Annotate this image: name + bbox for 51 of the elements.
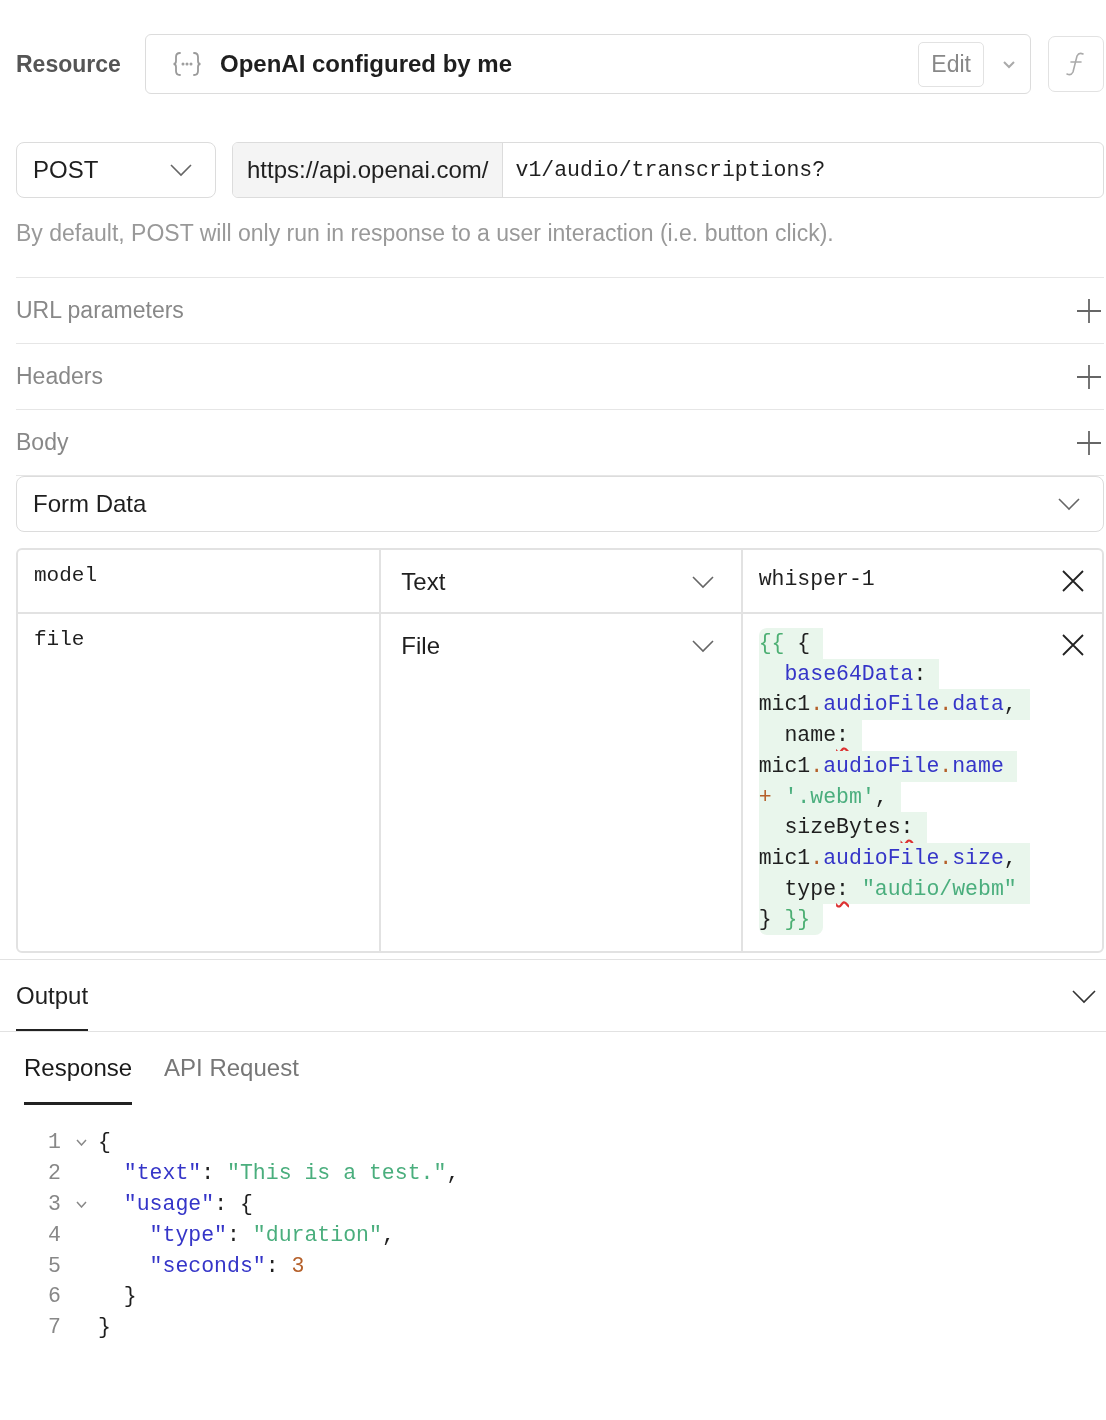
code-line: "text": "This is a test.", <box>122 1161 460 1186</box>
value-field[interactable]: {{ { base64Data: mic1.audioFile.data, name: mic1.audioFile.name + '.webm', sizeBytes: mic1.audioFile.size, type: "audio/webm" } }} <box>758 628 1030 936</box>
method-select[interactable]: POST <box>16 142 216 198</box>
fold-chevron-icon[interactable] <box>75 1200 87 1208</box>
code-line: "usage": { <box>122 1192 253 1216</box>
resource-label: Resource <box>16 50 122 78</box>
remove-button[interactable] <box>1062 570 1084 592</box>
code-line: } <box>98 1315 111 1340</box>
remove-button[interactable] <box>1062 634 1084 656</box>
key-field[interactable]: file <box>34 628 85 651</box>
line-number: 7 <box>48 1315 62 1340</box>
line-number: 3 <box>48 1192 62 1216</box>
tab[interactable]: API Request <box>164 1054 299 1106</box>
value-field[interactable]: whisper-1 <box>758 564 875 595</box>
plus-icon <box>1076 429 1102 456</box>
plus-icon <box>1076 297 1102 324</box>
chevron-down-icon <box>169 163 193 177</box>
code-line: "type": "duration", <box>148 1222 395 1247</box>
chevron-down-icon <box>690 575 715 589</box>
chevron-down-icon <box>1057 497 1081 511</box>
type-select[interactable]: File <box>397 628 725 660</box>
function-icon <box>1065 51 1087 77</box>
resource-name: OpenAI configured by me <box>220 50 514 78</box>
plus-icon <box>1076 363 1102 390</box>
section-title: Body <box>16 429 69 456</box>
edit-button[interactable]: Edit <box>918 41 984 87</box>
chevron-down-icon <box>690 639 715 653</box>
fold-chevron-icon[interactable] <box>75 1138 87 1146</box>
line-number: 6 <box>48 1284 62 1309</box>
add-button[interactable] <box>1076 429 1102 456</box>
key-field[interactable]: model <box>34 564 97 587</box>
hint-text: By default, POST will only run in response to a user interaction (i.e. button click). <box>16 220 1104 278</box>
close-icon <box>1062 634 1084 656</box>
type-select[interactable]: Text <box>397 564 725 596</box>
line-number: 1 <box>48 1130 62 1155</box>
add-button[interactable] <box>1076 363 1102 390</box>
section-title: URL parameters <box>16 297 184 324</box>
line-number: 2 <box>48 1161 62 1186</box>
code-line: "seconds": 3 <box>148 1253 305 1278</box>
body-type-select[interactable]: Form Data <box>16 476 1104 532</box>
close-icon <box>1062 570 1084 592</box>
braces-icon <box>172 51 202 77</box>
section-title: Headers <box>16 363 103 390</box>
add-button[interactable] <box>1076 297 1102 324</box>
code-line: { <box>98 1130 111 1155</box>
line-number: 5 <box>48 1253 62 1278</box>
tab[interactable]: Response <box>24 1054 133 1106</box>
output-title[interactable]: Output <box>16 960 89 1032</box>
code-line: } <box>122 1284 137 1309</box>
resource-select[interactable]: OpenAI configured by me Edit <box>145 34 1031 94</box>
line-number: 4 <box>48 1222 62 1247</box>
